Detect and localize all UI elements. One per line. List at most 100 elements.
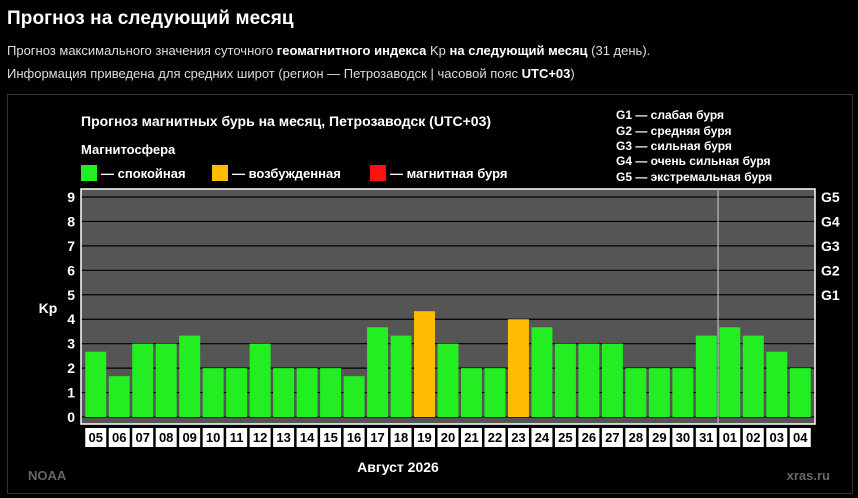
g-scale-label: G4 [821,213,840,229]
x-tick-label: 13 [276,430,290,445]
bar-11 [226,368,248,417]
bar-30 [672,368,694,417]
desc2-timezone: UTC+03 [521,66,571,81]
bar-17 [367,327,389,417]
x-tick-label: 06 [112,430,126,445]
chart-title: Прогноз магнитных бурь на месяц, Петроза… [81,113,491,129]
g-legend-g4: G4 — очень сильная буря [616,154,771,168]
bar-19 [414,311,436,417]
x-tick-label: 12 [253,430,267,445]
bar-09 [179,335,201,417]
bar-31 [695,335,717,417]
x-tick-label: 21 [464,430,478,445]
x-tick-label: 05 [89,430,103,445]
x-tick-label: 02 [746,430,760,445]
desc1-text-1: Прогноз максимального значения суточного [7,43,277,58]
site-label: xras.ru [787,468,830,483]
x-tick-label: 03 [770,430,784,445]
x-tick-label: 16 [347,430,361,445]
y-tick-label: 9 [67,189,75,205]
bar-16 [343,376,365,417]
y-tick-label: 0 [67,409,75,425]
bar-10 [202,368,224,417]
x-tick-label: 31 [699,430,713,445]
x-tick-label: 10 [206,430,220,445]
g-scale-label: G3 [821,238,840,254]
source-label: NOAA [28,468,67,483]
region-description: Информация приведена для средних широт (… [7,66,575,81]
x-tick-label: 29 [652,430,666,445]
legend-label-storm: — магнитная буря [390,166,507,181]
legend-label-quiet: — спокойная [101,166,186,181]
y-tick-label: 6 [67,262,75,278]
g-legend-g3: G3 — сильная буря [616,139,732,153]
bar-23 [507,319,529,417]
g-legend-g5: G5 — экстремальная буря [616,170,772,184]
y-axis-label: Kp [39,300,58,316]
x-tick-label: 19 [417,430,431,445]
desc1-bold-1: геомагнитного индекса [276,43,427,58]
bar-12 [249,343,271,417]
bar-18 [390,335,412,417]
bar-26 [578,343,600,417]
forecast-description: Прогноз максимального значения суточного… [7,43,650,58]
bar-02 [742,335,764,417]
bar-21 [460,368,482,417]
x-tick-label: 15 [323,430,337,445]
bar-06 [108,376,130,417]
x-tick-label: 27 [605,430,619,445]
x-tick-label: 26 [582,430,596,445]
bar-01 [719,327,741,417]
g-scale-label: G5 [821,189,840,205]
x-tick-label: 25 [558,430,572,445]
desc1-bold-2: на следующий месяц [449,43,588,58]
x-tick-label: 09 [182,430,196,445]
x-tick-label: 08 [159,430,173,445]
bar-04 [789,368,811,417]
legend-swatch-active [212,165,228,181]
legend-title: Магнитосфера [81,142,176,157]
x-tick-label: 11 [230,430,244,445]
y-tick-label: 7 [67,238,75,254]
desc1-text-2: Kp [426,43,450,58]
bar-25 [554,343,576,417]
g-legend-g1: G1 — слабая буря [616,108,724,122]
y-tick-label: 1 [67,385,75,401]
bar-22 [484,368,506,417]
page-title: Прогноз на следующий месяц [7,8,294,29]
x-tick-label: 01 [723,430,737,445]
g-scale-label: G2 [821,262,840,278]
desc1-text-3: (31 день). [587,43,651,58]
legend-label-active: — возбужденная [232,166,341,181]
x-tick-label: 17 [370,430,384,445]
x-tick-label: 14 [300,430,315,445]
bar-29 [648,368,670,417]
y-tick-label: 5 [67,287,75,303]
legend-swatch-quiet [81,165,97,181]
g-scale-label: G1 [821,287,840,303]
y-tick-label: 8 [67,213,75,229]
x-tick-label: 04 [793,430,808,445]
g-legend-g2: G2 — средняя буря [616,124,732,138]
x-tick-label: 22 [488,430,502,445]
desc2-text-1: Информация приведена для средних широт (… [7,66,522,81]
bar-03 [766,351,788,417]
x-tick-label: 30 [676,430,690,445]
y-tick-label: 3 [67,336,75,352]
y-tick-label: 2 [67,360,75,376]
bar-28 [625,368,647,417]
desc2-text-2: ) [570,66,575,81]
bar-13 [273,368,295,417]
y-tick-label: 4 [67,311,75,327]
x-tick-label: 20 [441,430,455,445]
bar-14 [296,368,318,417]
bar-08 [155,343,177,417]
x-tick-label: 28 [629,430,643,445]
legend-swatch-storm [370,165,386,181]
chart-panel: Прогноз магнитных бурь на месяц, Петроза… [7,94,853,494]
bar-07 [132,343,154,417]
bar-20 [437,343,459,417]
x-tick-label: 07 [135,430,149,445]
x-tick-label: 18 [394,430,408,445]
x-axis-label: Август 2026 [357,459,439,475]
